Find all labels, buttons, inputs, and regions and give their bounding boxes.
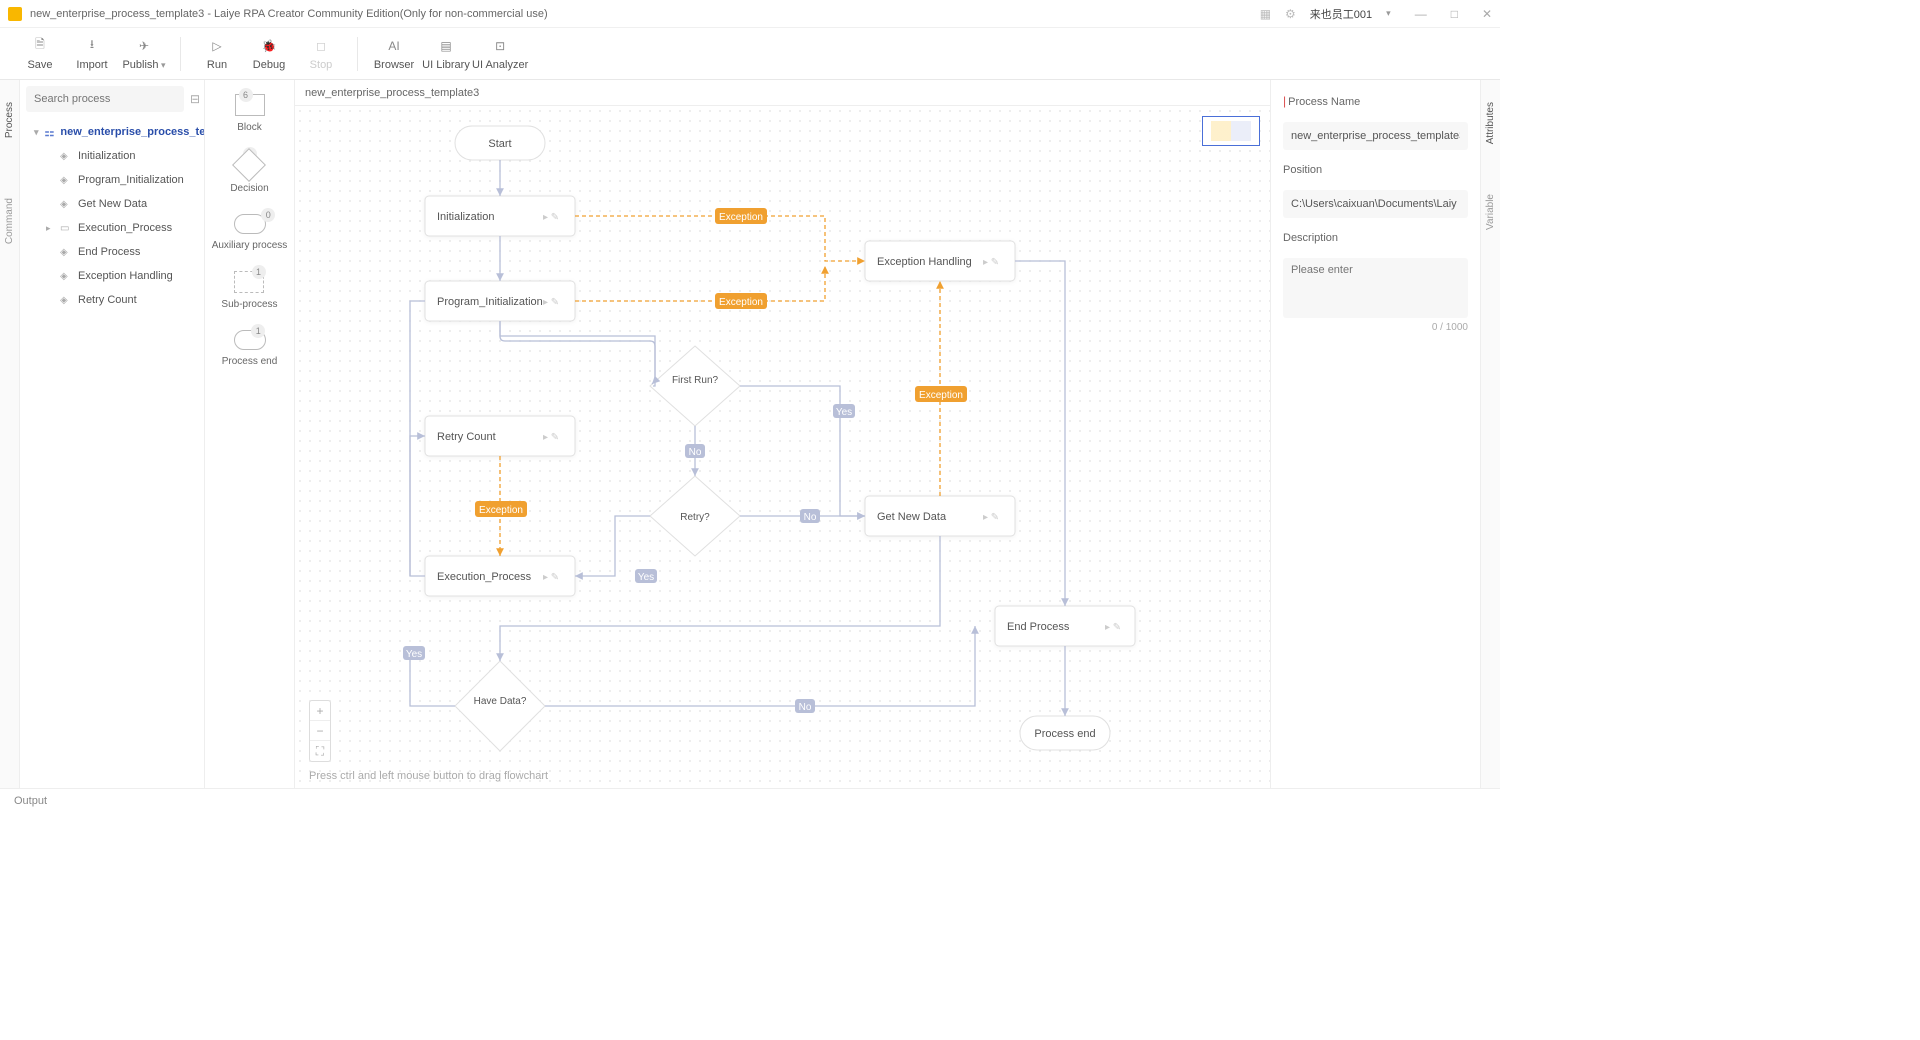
palette-sub-process[interactable]: 1Sub-process — [221, 271, 277, 310]
process-name-label: Process Name — [1288, 96, 1360, 108]
process-name-input[interactable] — [1283, 122, 1468, 150]
description-input[interactable] — [1283, 258, 1468, 318]
window-title: new_enterprise_process_template3 - Laiye… — [30, 8, 1260, 20]
right-vertical-tabs: Attributes Variable — [1480, 80, 1500, 788]
palette-decision[interactable]: 3Decision — [230, 153, 268, 194]
toolbar: 🗎Save ⭳Import ✈Publish ▷Run 🐞Debug ◻Stop… — [0, 28, 1500, 80]
tree-item[interactable]: ◈Retry Count — [20, 288, 204, 312]
svg-text:▸ ✎: ▸ ✎ — [543, 432, 559, 443]
svg-text:Get New Data: Get New Data — [877, 511, 947, 523]
svg-text:▸ ✎: ▸ ✎ — [983, 257, 999, 268]
tree-item[interactable]: ◈Initialization — [20, 144, 204, 168]
svg-text:Have Data?: Have Data? — [474, 696, 527, 707]
stop-button: ◻Stop — [295, 30, 347, 78]
apps-grid-icon[interactable]: ▦ — [1260, 7, 1271, 21]
ui-analyzer-button[interactable]: ⊡UI Analyzer — [472, 30, 528, 78]
run-button[interactable]: ▷Run — [191, 30, 243, 78]
svg-text:Exception: Exception — [719, 212, 763, 223]
palette-block[interactable]: 6Block — [235, 94, 265, 133]
window-close-icon[interactable]: ✕ — [1482, 7, 1492, 21]
canvas-hint: Press ctrl and left mouse button to drag… — [309, 770, 548, 782]
svg-text:▸ ✎: ▸ ✎ — [543, 212, 559, 223]
description-label: Description — [1283, 232, 1468, 244]
svg-text:Execution_Process: Execution_Process — [437, 571, 532, 583]
save-button[interactable]: 🗎Save — [14, 30, 66, 78]
tree-item-expandable[interactable]: ▸▭Execution_Process — [20, 216, 204, 240]
tab-command[interactable]: Command — [4, 198, 15, 244]
publish-button[interactable]: ✈Publish — [118, 30, 170, 78]
left-vertical-tabs: Process Command — [0, 80, 20, 788]
zoom-in-button[interactable]: + — [310, 701, 330, 721]
svg-text:Yes: Yes — [638, 572, 654, 583]
tree-root[interactable]: ▾⚏new_enterprise_process_tem... — [20, 120, 204, 144]
svg-text:Exception: Exception — [719, 297, 763, 308]
debug-button[interactable]: 🐞Debug — [243, 30, 295, 78]
shapes-palette: 6Block 3Decision 0Auxiliary process 1Sub… — [205, 80, 295, 788]
svg-text:Exception: Exception — [919, 390, 963, 401]
canvas-tab[interactable]: new_enterprise_process_template3 — [295, 80, 1270, 106]
tree-item[interactable]: ◈Exception Handling — [20, 264, 204, 288]
svg-text:Start: Start — [488, 138, 511, 150]
svg-text:Retry?: Retry? — [680, 512, 710, 523]
position-input[interactable] — [1283, 190, 1468, 218]
tree-item[interactable]: ◈Get New Data — [20, 192, 204, 216]
browser-button[interactable]: AIBrowser — [368, 30, 420, 78]
output-panel-header[interactable]: Output — [0, 788, 1500, 812]
svg-text:Yes: Yes — [406, 649, 422, 660]
user-name[interactable]: 来也员工001 — [1310, 6, 1372, 22]
palette-process-end[interactable]: 1Process end — [222, 330, 278, 367]
description-counter: 0 / 1000 — [1283, 322, 1468, 333]
position-label: Position — [1283, 164, 1468, 176]
zoom-controls: + − ⛶ — [309, 700, 331, 762]
svg-text:Exception Handling: Exception Handling — [877, 256, 972, 268]
tab-variable[interactable]: Variable — [1485, 194, 1496, 230]
svg-text:Yes: Yes — [836, 407, 852, 418]
attributes-panel: |Process Name Position Description 0 / 1… — [1270, 80, 1480, 788]
expand-collapse-icon[interactable]: ⊟ — [190, 92, 200, 106]
flowchart-svg: Start Initialization ▸ ✎ Program_Initial… — [295, 106, 1255, 788]
svg-text:Initialization: Initialization — [437, 211, 494, 223]
process-tree-panel: ⊟ ▾⚏new_enterprise_process_tem... ◈Initi… — [20, 80, 205, 788]
flowchart-canvas[interactable]: Start Initialization ▸ ✎ Program_Initial… — [295, 106, 1270, 788]
import-button[interactable]: ⭳Import — [66, 30, 118, 78]
svg-text:Exception: Exception — [479, 505, 523, 516]
svg-text:First Run?: First Run? — [672, 375, 719, 386]
svg-text:End Process: End Process — [1007, 621, 1070, 633]
window-maximize-icon[interactable]: □ — [1451, 7, 1458, 21]
svg-text:No: No — [689, 447, 702, 458]
title-bar: new_enterprise_process_template3 - Laiye… — [0, 0, 1500, 28]
svg-text:Retry Count: Retry Count — [437, 431, 496, 443]
tab-process[interactable]: Process — [4, 102, 15, 138]
gear-icon[interactable]: ⚙ — [1285, 7, 1296, 21]
svg-text:▸ ✎: ▸ ✎ — [543, 572, 559, 583]
search-input[interactable] — [26, 86, 184, 112]
tree-item[interactable]: ◈Program_Initialization — [20, 168, 204, 192]
svg-text:▸ ✎: ▸ ✎ — [543, 297, 559, 308]
zoom-out-button[interactable]: − — [310, 721, 330, 741]
svg-text:Process end: Process end — [1034, 728, 1095, 740]
svg-text:Program_Initialization: Program_Initialization — [437, 296, 543, 308]
zoom-fit-button[interactable]: ⛶ — [310, 741, 330, 761]
minimap[interactable] — [1202, 116, 1260, 146]
tab-attributes[interactable]: Attributes — [1485, 102, 1496, 144]
svg-text:▸ ✎: ▸ ✎ — [1105, 622, 1121, 633]
ui-library-button[interactable]: ▤UI Library — [420, 30, 472, 78]
tree-item[interactable]: ◈End Process — [20, 240, 204, 264]
app-icon — [8, 7, 22, 21]
svg-text:▸ ✎: ▸ ✎ — [983, 512, 999, 523]
svg-text:No: No — [804, 512, 817, 523]
window-minimize-icon[interactable]: — — [1415, 7, 1427, 21]
palette-aux-process[interactable]: 0Auxiliary process — [212, 214, 288, 251]
svg-text:No: No — [799, 702, 812, 713]
